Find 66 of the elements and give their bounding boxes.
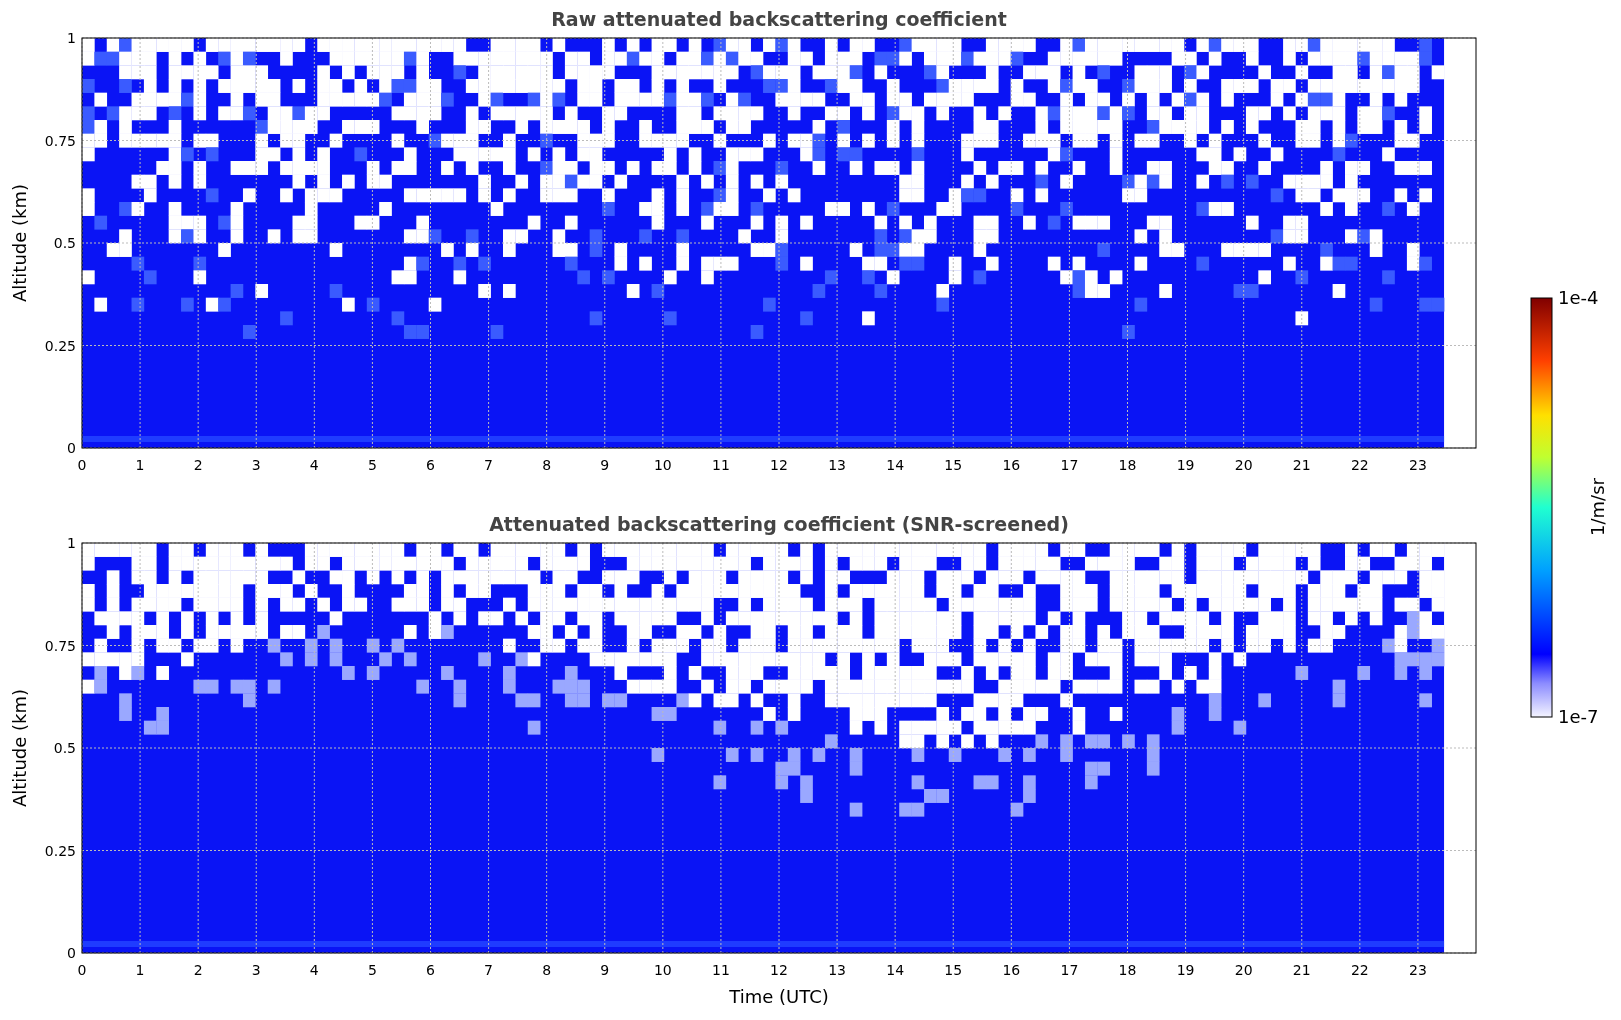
- y-tick-label: 0.75: [44, 132, 76, 149]
- x-tick-label: 23: [1409, 457, 1427, 473]
- y-axis-label: Altitude (km): [9, 183, 30, 303]
- x-tick-label: 12: [770, 457, 788, 473]
- x-tick-label: 2: [193, 962, 203, 978]
- x-tick-label: 18: [1118, 457, 1137, 473]
- x-tick-label: 3: [251, 962, 261, 978]
- y-tick-label: 0.5: [53, 740, 76, 756]
- x-tick-label: 17: [1060, 457, 1079, 473]
- x-tick-label: 5: [367, 457, 377, 473]
- y-axis-label: Altitude (km): [9, 688, 30, 808]
- y-tick-label: 0.75: [44, 637, 76, 654]
- x-tick-label: 13: [828, 962, 846, 978]
- x-tick-label: 10: [653, 457, 672, 473]
- x-tick-label: 14: [886, 457, 905, 473]
- x-tick-label: 6: [426, 457, 435, 473]
- x-tick-label: 9: [600, 962, 610, 978]
- x-tick-label: 6: [426, 962, 435, 978]
- x-tick-label: 19: [1176, 962, 1195, 978]
- x-tick-label: 11: [712, 962, 730, 978]
- x-tick-label: 19: [1176, 457, 1195, 473]
- x-tick-label: 22: [1350, 962, 1369, 978]
- x-tick-label: 1: [135, 457, 145, 473]
- x-tick-label: 7: [484, 457, 494, 473]
- x-tick-label: 18: [1118, 962, 1137, 978]
- x-tick-label: 1: [135, 962, 145, 978]
- x-tick-label: 3: [251, 457, 261, 473]
- y-tick-label: 0.5: [53, 235, 76, 251]
- x-tick-label: 4: [309, 962, 319, 978]
- chart-title: Raw attenuated backscattering coefficient: [551, 8, 1007, 30]
- y-tick-label: 1: [67, 535, 76, 551]
- x-tick-label: 2: [193, 457, 203, 473]
- x-tick-label: 0: [77, 457, 87, 473]
- x-tick-label: 7: [484, 962, 494, 978]
- y-tick-label: 0: [67, 945, 76, 961]
- y-tick-label: 0: [67, 440, 76, 456]
- y-tick-label: 0.25: [44, 337, 76, 354]
- x-tick-label: 9: [600, 457, 610, 473]
- x-tick-label: 17: [1060, 962, 1079, 978]
- x-tick-label: 21: [1292, 457, 1311, 473]
- colorbar-label: 1/m/sr: [1587, 478, 1608, 536]
- x-tick-label: 16: [1002, 962, 1021, 978]
- x-tick-label: 5: [367, 962, 377, 978]
- x-tick-label: 21: [1292, 962, 1311, 978]
- x-tick-label: 4: [309, 457, 319, 473]
- colorbar-max-label: 1e-4: [1558, 287, 1599, 308]
- x-tick-label: 23: [1409, 962, 1427, 978]
- x-tick-label: 8: [542, 457, 552, 473]
- x-tick-label: 11: [712, 457, 730, 473]
- x-tick-label: 20: [1234, 962, 1253, 978]
- x-tick-label: 10: [653, 962, 672, 978]
- colorbar-min-label: 1e-7: [1558, 706, 1599, 727]
- x-tick-label: 15: [944, 962, 963, 978]
- x-tick-label: 22: [1350, 457, 1369, 473]
- chart-title: Attenuated backscattering coefficient (SNR-screened): [489, 513, 1069, 535]
- x-tick-label: 15: [944, 457, 963, 473]
- x-tick-label: 20: [1234, 457, 1253, 473]
- x-tick-label: 8: [542, 962, 552, 978]
- x-tick-label: 14: [886, 962, 905, 978]
- y-tick-label: 1: [67, 30, 76, 46]
- x-axis-label: Time (UTC): [729, 986, 829, 1007]
- x-tick-label: 0: [77, 962, 87, 978]
- x-tick-label: 13: [828, 457, 846, 473]
- x-tick-label: 12: [770, 962, 788, 978]
- y-tick-label: 0.25: [44, 842, 76, 859]
- x-tick-label: 16: [1002, 457, 1021, 473]
